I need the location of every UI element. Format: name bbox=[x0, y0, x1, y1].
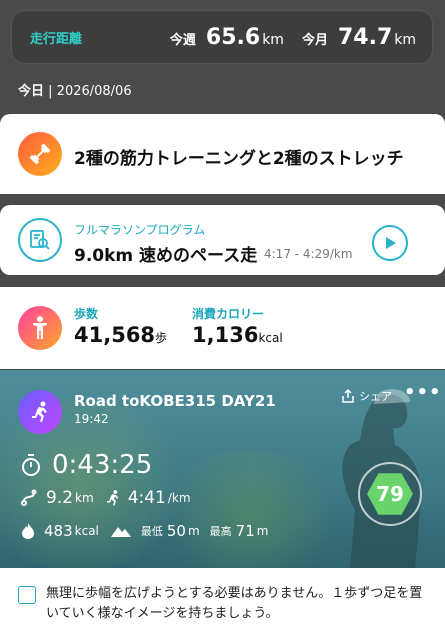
today-label: 今日 bbox=[18, 84, 45, 99]
share-label: シェア bbox=[359, 390, 392, 403]
steps-number: 41,568 bbox=[74, 323, 156, 347]
calories-elevation-row: 483 kcal 最低 50 m 最高 71 m bbox=[20, 522, 268, 540]
week-unit: km bbox=[262, 31, 284, 48]
today-date: 2026/08/06 bbox=[56, 84, 132, 99]
distance-unit: km bbox=[75, 491, 94, 505]
month-distance: 今月 74.7 km bbox=[302, 25, 416, 50]
distance-pace-row: 9.2 km 4:41 /km bbox=[20, 488, 191, 508]
steps-value: 41,568歩 bbox=[74, 323, 167, 347]
advice-section: 無理に歩幅を広げようとする必要はありません。１歩ずつ足を置いていく様なイメージを… bbox=[0, 568, 445, 640]
activity-stats-card[interactable]: 歩数 41,568歩 消費カロリー 1,136kcal bbox=[0, 287, 445, 369]
program-title: 9.0km 速めのペース走 bbox=[74, 246, 258, 266]
workout-time: 19:42 bbox=[74, 412, 109, 426]
flame-icon bbox=[22, 523, 34, 539]
steps-unit: 歩 bbox=[155, 331, 168, 345]
program-subtitle: フルマラソンプログラム bbox=[74, 223, 206, 237]
advice-text: 無理に歩幅を広げようとする必要はありません。１歩ずつ足を置いていく様なイメージを… bbox=[46, 586, 423, 621]
program-card[interactable]: フルマラソンプログラム 9.0km 速めのペース走 4:17 - 4:29/km bbox=[0, 205, 445, 275]
max-elevation-value: 71 bbox=[235, 522, 255, 540]
workout-calories-unit: kcal bbox=[74, 524, 99, 538]
week-distance: 今週 65.6 km bbox=[170, 25, 284, 50]
min-elevation-unit: m bbox=[187, 524, 200, 538]
stopwatch-icon bbox=[22, 454, 40, 476]
route-icon bbox=[21, 489, 37, 506]
running-icon bbox=[18, 390, 62, 434]
month-label: 今月 bbox=[301, 32, 328, 48]
dumbbell-icon bbox=[18, 132, 62, 176]
duration-value: 0:43:25 bbox=[52, 450, 153, 480]
pace-unit: /km bbox=[167, 491, 191, 505]
month-value: 74.7 bbox=[337, 24, 393, 50]
calories-number: 1,136 bbox=[192, 323, 259, 347]
workout-title: Road toKOBE315 DAY21 bbox=[74, 392, 276, 410]
max-elevation-label: 最高 bbox=[209, 525, 232, 538]
pace-runner-icon bbox=[106, 490, 118, 506]
share-icon bbox=[342, 388, 354, 403]
calories-unit: kcal bbox=[258, 331, 283, 345]
program-search-icon bbox=[18, 218, 62, 262]
today-separator: | bbox=[48, 84, 57, 99]
calories-value: 1,136kcal bbox=[192, 323, 283, 347]
training-card[interactable]: 2種の筋力トレーニングと2種のストレッチ bbox=[0, 114, 445, 194]
more-menu-icon[interactable]: ••• bbox=[404, 382, 442, 403]
min-elevation-label: 最低 bbox=[140, 525, 163, 538]
mountain-icon bbox=[110, 527, 131, 537]
min-elevation-value: 50 bbox=[166, 522, 186, 540]
score-value: 79 bbox=[367, 473, 413, 515]
person-icon bbox=[18, 306, 62, 350]
program-pace: 4:17 - 4:29/km bbox=[264, 247, 353, 261]
distance-value: 9.2 bbox=[46, 488, 74, 508]
workout-calories: 483 bbox=[44, 522, 73, 540]
info-icon bbox=[18, 586, 36, 604]
distance-summary[interactable]: 走行距離 今週 65.6 km 今月 74.7 km bbox=[11, 10, 433, 64]
training-text: 2種の筋力トレーニングと2種のストレッチ bbox=[74, 149, 404, 169]
max-elevation-unit: m bbox=[256, 524, 269, 538]
play-icon bbox=[386, 237, 396, 249]
score-badge[interactable]: 79 bbox=[358, 462, 422, 526]
distance-label: 走行距離 bbox=[30, 31, 83, 47]
week-label: 今週 bbox=[169, 32, 196, 48]
pace-value: 4:41 bbox=[127, 488, 166, 508]
month-unit: km bbox=[394, 31, 416, 48]
calories-label: 消費カロリー bbox=[192, 307, 265, 321]
steps-label: 歩数 bbox=[74, 307, 99, 321]
share-button[interactable]: シェア bbox=[340, 388, 392, 404]
duration-row: 0:43:25 bbox=[20, 450, 152, 480]
week-value: 65.6 bbox=[205, 24, 261, 50]
play-button[interactable] bbox=[372, 225, 408, 261]
today-header: 今日 | 2026/08/06 bbox=[18, 80, 132, 99]
workout-card[interactable]: Road toKOBE315 DAY21 19:42 シェア ••• 0:43:… bbox=[0, 370, 445, 568]
